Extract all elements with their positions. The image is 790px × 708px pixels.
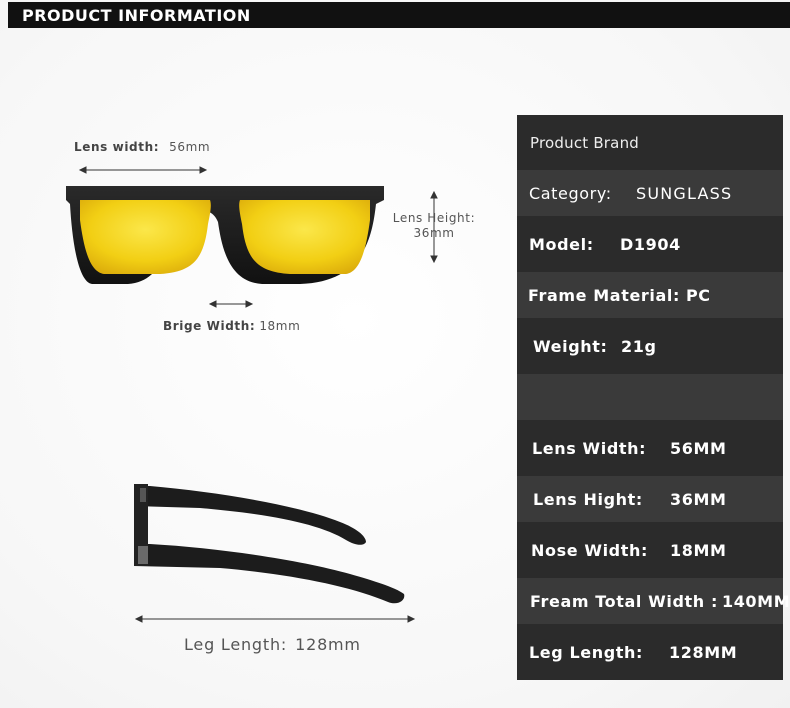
spec-value: 36MM <box>670 489 727 509</box>
spec-value: SUNGLASS <box>636 183 733 203</box>
lens-width-label: Lens width: 56mm <box>74 140 210 154</box>
leg-length-value: 128mm <box>295 635 361 654</box>
lens-width-key: Lens width: <box>74 140 160 154</box>
bridge-width-arrow <box>208 300 254 308</box>
bridge-width-label: Brige Width: 18mm <box>163 319 300 333</box>
lens-width-value: 56mm <box>169 140 211 154</box>
spec-key: Weight: <box>533 336 608 356</box>
lens-left <box>80 200 211 274</box>
spec-key: Lens Width: <box>532 438 647 458</box>
lens-height-key: Lens Height: <box>392 211 476 225</box>
spec-key: Product Brand <box>530 133 639 152</box>
leg-length-label: Leg Length: 128mm <box>184 635 361 654</box>
spec-row-model: Model: D1904 <box>517 216 783 272</box>
spec-value: PC <box>685 285 711 305</box>
spec-row-lens-width: Lens Width: 56MM <box>517 420 783 476</box>
lens-height-value: 36mm <box>413 226 455 240</box>
spec-key: Fream Total Width : <box>530 591 718 611</box>
spec-value: 56MM <box>670 438 727 458</box>
lens-right <box>239 200 370 274</box>
spec-value: D1904 <box>620 234 681 254</box>
leg-length-key: Leg Length: <box>184 635 288 654</box>
spec-value: 128MM <box>669 642 738 662</box>
spec-key: Lens Hight: <box>533 489 643 509</box>
spec-row-lens-height: Lens Hight: 36MM <box>517 476 783 522</box>
spec-row-blank <box>517 374 783 420</box>
leg-length-arrow <box>134 615 416 623</box>
spec-row-total-width: Fream Total Width : 140MM <box>517 578 790 624</box>
spec-row-frame-material: Frame Material: PC <box>517 272 783 318</box>
bridge-width-key: Brige Width: <box>163 319 256 333</box>
bridge-width-value: 18mm <box>259 319 301 333</box>
spec-key: Category: <box>529 183 612 203</box>
spec-value: 140MM <box>721 591 790 611</box>
spec-row-weight: Weight: 21g <box>517 318 783 374</box>
spec-row-nose-width: Nose Width: 18MM <box>517 522 783 578</box>
spec-row-brand: Product Brand <box>517 115 783 170</box>
spec-value: 18MM <box>670 540 727 560</box>
spec-key: Frame Material: <box>528 285 680 305</box>
lens-width-arrow <box>78 166 208 174</box>
lens-height-label: Lens Height: 36mm <box>392 211 476 241</box>
spec-key: Model: <box>529 234 594 254</box>
glasses-side-illustration <box>134 484 405 604</box>
spec-row-leg-length: Leg Length: 128MM <box>517 624 783 680</box>
spec-row-category: Category: SUNGLASS <box>517 170 783 216</box>
spec-value: 21g <box>621 336 657 356</box>
spec-key: Nose Width: <box>531 540 648 560</box>
spec-key: Leg Length: <box>529 642 643 662</box>
spec-panel: Product Brand Category: SUNGLASS Model: … <box>517 115 790 680</box>
